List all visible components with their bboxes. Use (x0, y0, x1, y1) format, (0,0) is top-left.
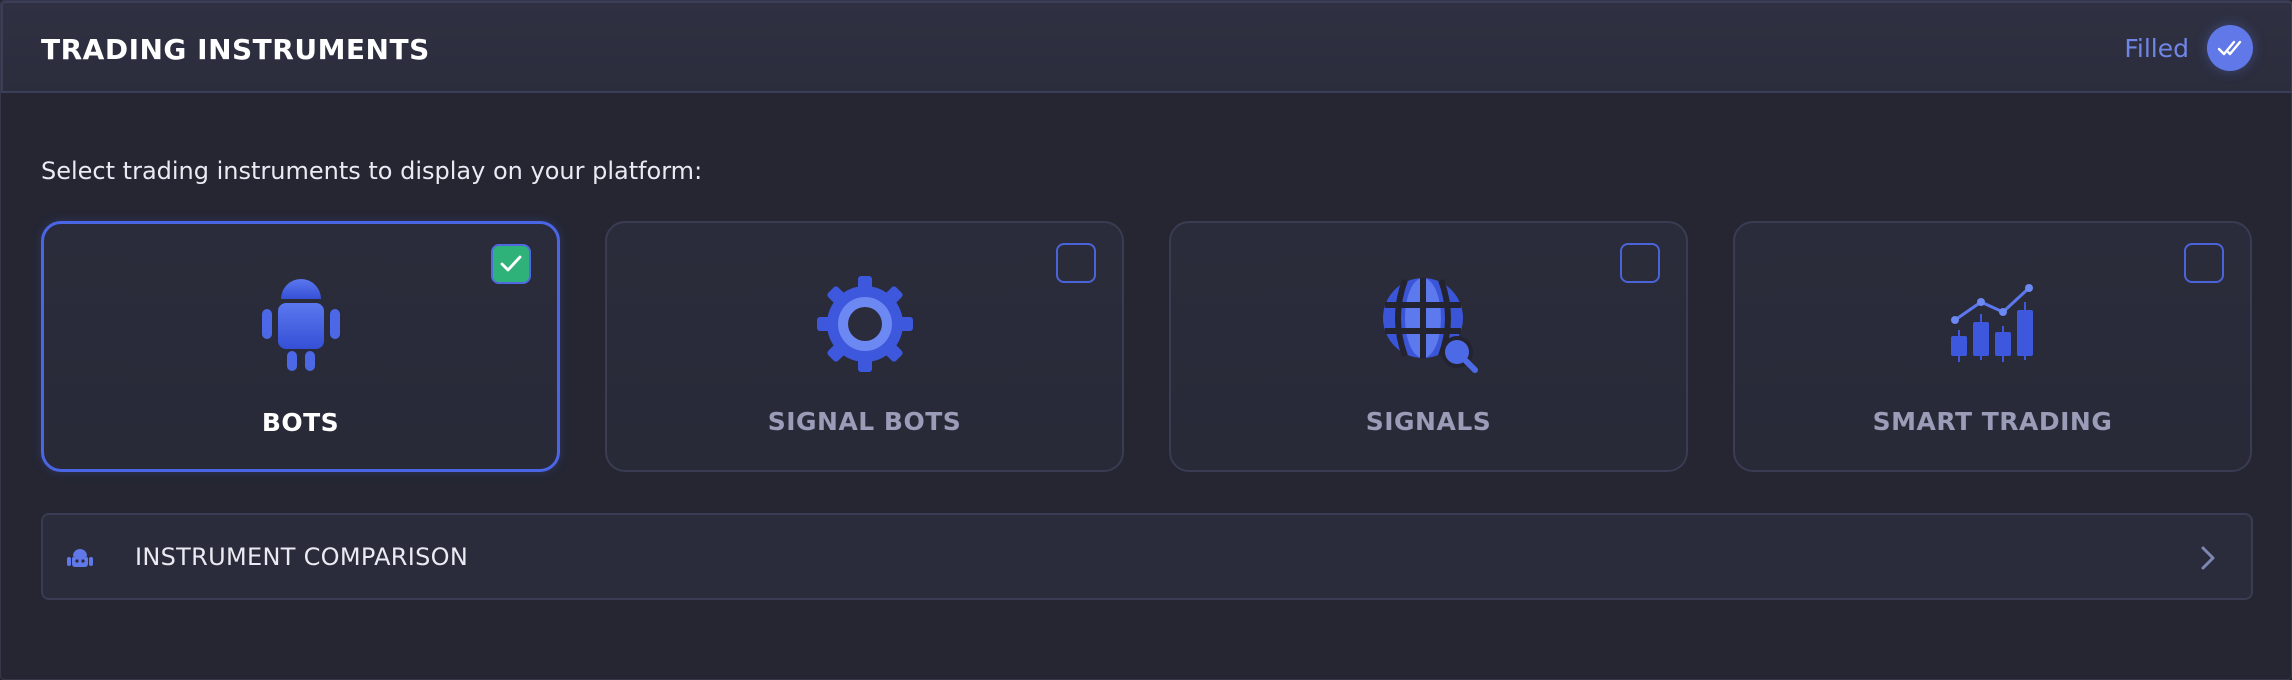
instructions-text: Select trading instruments to display on… (41, 157, 703, 185)
instrument-card-smart-trading[interactable]: SMART TRADING (1733, 221, 2252, 472)
signal-bots-checkbox[interactable] (1056, 243, 1096, 283)
signals-checkbox[interactable] (1620, 243, 1660, 283)
instrument-label-smart-trading: SMART TRADING (1872, 407, 2113, 436)
instrument-label-bots: BOTS (261, 408, 340, 437)
instrument-comparison-row[interactable]: INSTRUMENT COMPARISON (41, 513, 2253, 600)
status-text: Filled (2124, 33, 2189, 63)
panel-header: TRADING INSTRUMENTS Filled (1, 1, 2292, 93)
filled-status: Filled (2124, 25, 2253, 71)
smart-trading-checkbox[interactable] (2184, 243, 2224, 283)
check-icon (500, 255, 522, 272)
gear-icon (810, 269, 920, 379)
candlestick-chart-icon (1938, 269, 2048, 379)
instrument-label-signal-bots: SIGNAL BOTS (767, 407, 962, 436)
comparison-label: INSTRUMENT COMPARISON (135, 543, 469, 571)
panel-title: TRADING INSTRUMENTS (41, 33, 430, 66)
instrument-label-signals: SIGNALS (1365, 407, 1492, 436)
instrument-card-signal-bots[interactable]: SIGNAL BOTS (605, 221, 1124, 472)
instrument-card-signals[interactable]: SIGNALS (1169, 221, 1688, 472)
chevron-right-icon (2193, 541, 2223, 575)
globe-search-icon (1374, 269, 1484, 379)
robot-icon (246, 270, 356, 380)
bots-checkbox[interactable] (491, 244, 531, 284)
double-check-icon (2207, 25, 2253, 71)
robot-head-icon (65, 543, 95, 573)
instrument-card-bots[interactable]: BOTS (41, 221, 560, 472)
trading-instruments-panel: TRADING INSTRUMENTS Filled Select tradin… (0, 0, 2292, 680)
